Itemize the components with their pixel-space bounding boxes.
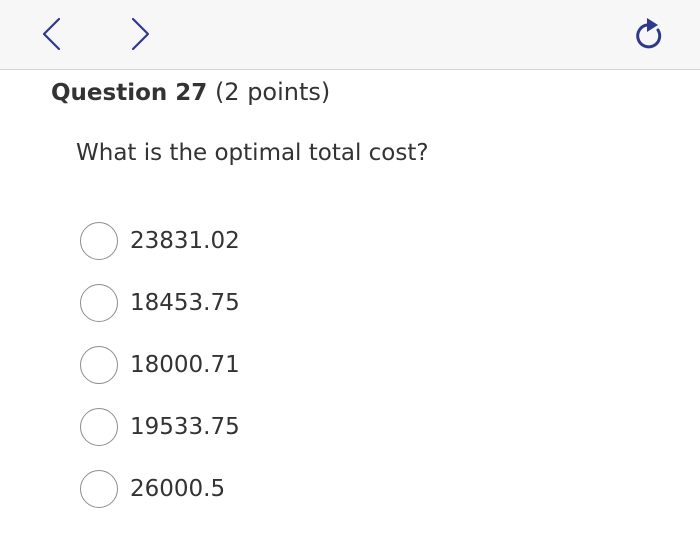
radio-button[interactable]: [80, 346, 118, 384]
answer-option[interactable]: 18000.71: [80, 334, 240, 396]
answer-option[interactable]: 26000.5: [80, 458, 240, 520]
forward-button[interactable]: [118, 12, 162, 56]
answer-option[interactable]: 19533.75: [80, 396, 240, 458]
navigation-bar: [0, 0, 700, 70]
answer-option-label: 26000.5: [130, 476, 226, 502]
back-button[interactable]: [30, 12, 74, 56]
question-number: Question 27: [51, 80, 208, 106]
radio-button[interactable]: [80, 470, 118, 508]
radio-button[interactable]: [80, 284, 118, 322]
reload-icon: [636, 18, 662, 49]
answer-option-label: 18000.71: [130, 352, 240, 378]
answer-option[interactable]: 23831.02: [80, 210, 240, 272]
answer-options: 23831.02 18453.75 18000.71 19533.75 2600…: [80, 210, 240, 520]
chevron-left-icon: [42, 17, 61, 51]
chevron-right-icon: [131, 17, 150, 51]
reload-button[interactable]: [627, 12, 671, 56]
question-prompt: What is the optimal total cost?: [76, 140, 429, 166]
question-header: Question 27 (2 points): [51, 78, 330, 106]
radio-button[interactable]: [80, 222, 118, 260]
answer-option-label: 19533.75: [130, 414, 240, 440]
answer-option-label: 18453.75: [130, 290, 240, 316]
answer-option[interactable]: 18453.75: [80, 272, 240, 334]
question-points: (2 points): [214, 78, 331, 106]
radio-button[interactable]: [80, 408, 118, 446]
answer-option-label: 23831.02: [130, 228, 240, 254]
